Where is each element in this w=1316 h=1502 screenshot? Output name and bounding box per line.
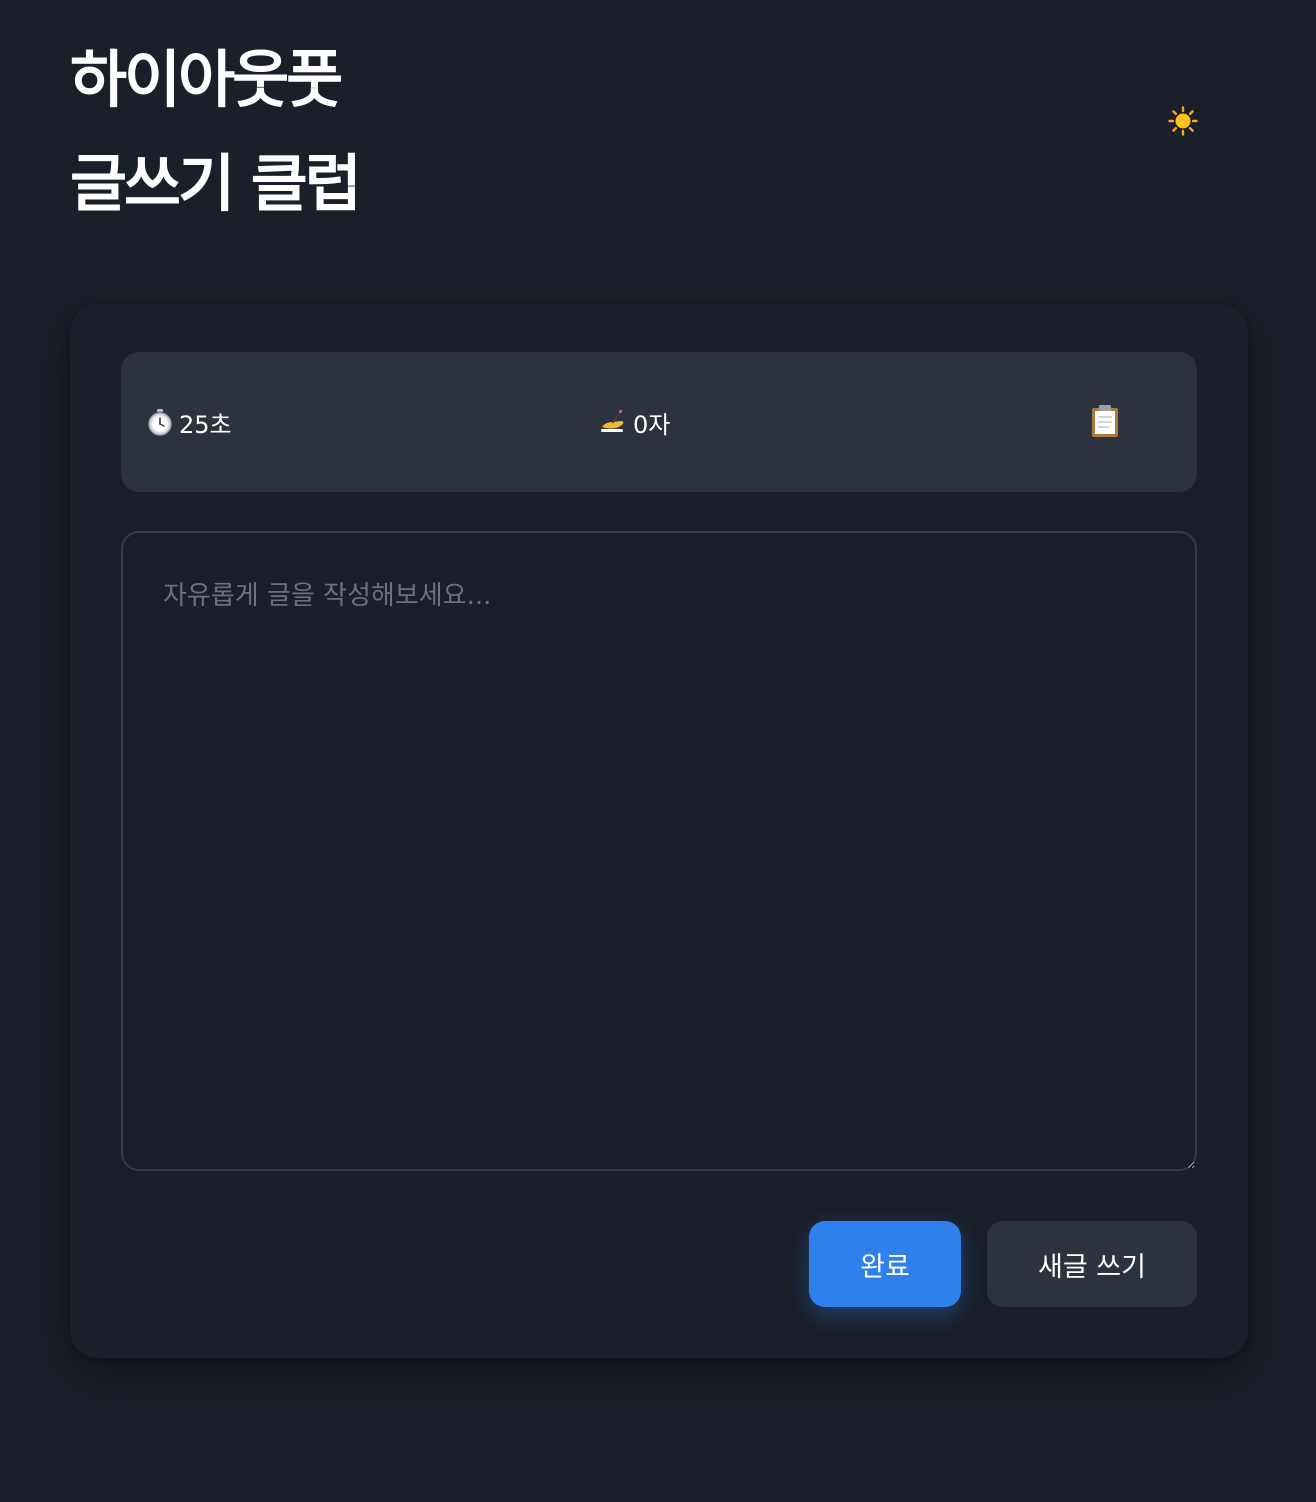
char-count-value: 0자 — [633, 410, 671, 439]
app-title-line-1: 하이아웃풋 — [70, 43, 343, 116]
stopwatch-icon — [148, 409, 172, 436]
app-title-line-2: 글쓰기 클럽 — [70, 147, 362, 220]
page: 하이아웃풋 글쓰기 클럽 25초 0자 자유롭게 글을 작성해보세요... 완료… — [0, 0, 1316, 1502]
timer-value: 25초 — [179, 410, 232, 439]
done-button[interactable]: 완료 — [809, 1221, 961, 1307]
copy-button[interactable] — [1087, 402, 1123, 442]
clipboard-icon — [1092, 404, 1118, 437]
new-post-button[interactable]: 새글 쓰기 — [987, 1221, 1197, 1307]
theme-toggle-button[interactable] — [1166, 104, 1200, 138]
editor-container — [121, 531, 1197, 1171]
writing-hand-icon — [601, 409, 624, 432]
writing-card: 25초 0자 자유롭게 글을 작성해보세요... 완료 새글 쓰기 — [70, 304, 1248, 1358]
writing-textarea[interactable] — [121, 531, 1197, 1171]
sun-icon — [1168, 106, 1198, 136]
timer-stat: 25초 — [147, 404, 232, 440]
char-count-stat: 0자 — [599, 404, 670, 440]
stats-bar: 25초 0자 — [121, 352, 1197, 492]
app-title: 하이아웃풋 글쓰기 클럽 — [70, 28, 362, 236]
